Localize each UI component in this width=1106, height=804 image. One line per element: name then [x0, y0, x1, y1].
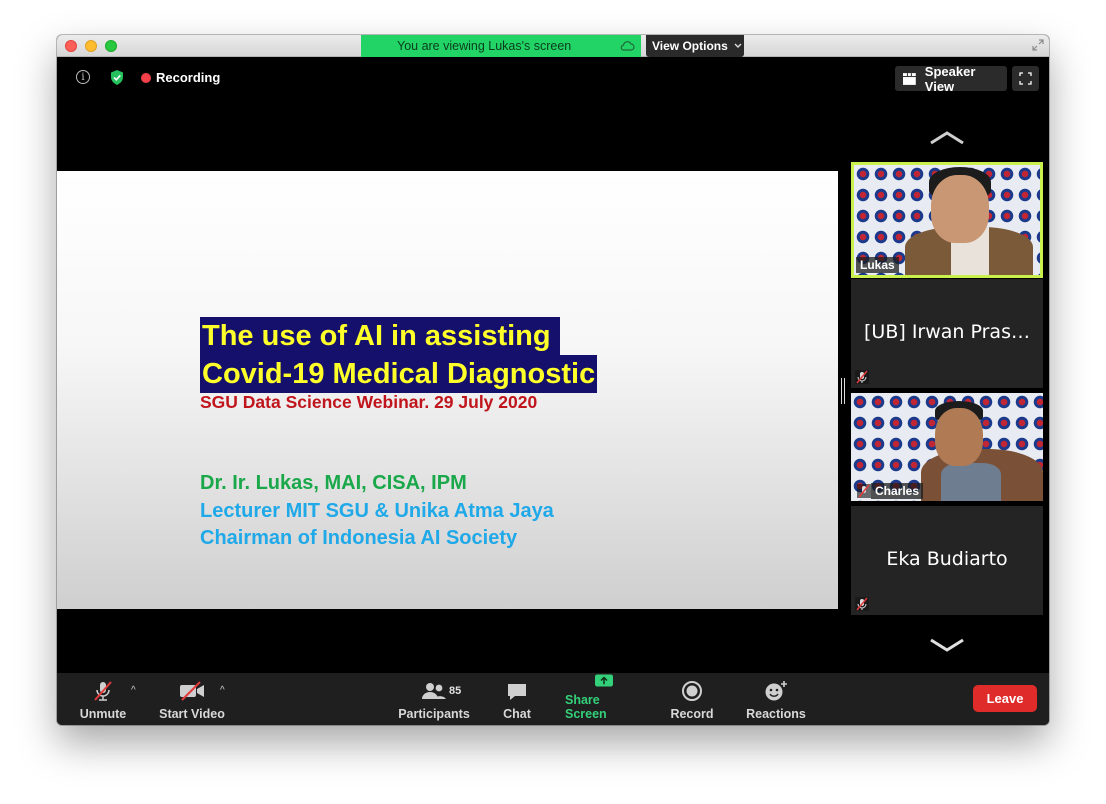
share-screen-button[interactable]: Share Screen	[565, 673, 643, 725]
mic-muted-icon	[857, 484, 871, 498]
emoji-plus-icon	[765, 681, 787, 701]
participant-name-tag: Lukas	[856, 257, 899, 273]
reactions-label: Reactions	[746, 707, 806, 721]
chat-button[interactable]: Chat	[497, 673, 537, 725]
minimize-window-button[interactable]	[85, 40, 97, 52]
video-off-icon	[180, 681, 204, 701]
participant-name: [UB] Irwan Pras…	[864, 321, 1030, 343]
record-button[interactable]: Record	[669, 673, 715, 725]
start-video-label: Start Video	[159, 707, 225, 721]
recording-dot-icon	[141, 72, 151, 83]
unmute-label: Unmute	[79, 707, 127, 721]
shared-screen-slide: The use of AI in assisting Covid-19 Medi…	[57, 171, 838, 609]
mic-muted-icon	[94, 681, 112, 701]
exit-fullscreen-icon[interactable]	[1031, 38, 1045, 52]
slide-title-line-1: The use of AI in assisting	[200, 317, 560, 355]
recording-label: Recording	[156, 70, 221, 85]
view-options-label: View Options	[652, 39, 728, 53]
audio-options-caret[interactable]: ^	[131, 685, 136, 696]
participants-count-badge: 85	[449, 685, 462, 697]
speaker-view-button[interactable]: Speaker View	[895, 63, 1007, 94]
chevron-down-icon	[734, 43, 742, 48]
mic-muted-icon	[855, 370, 869, 384]
participant-video	[921, 393, 1043, 501]
slide-role: Chairman of Indonesia AI Society	[200, 527, 518, 549]
slide-subtitle: SGU Data Science Webinar. 29 July 2020	[200, 392, 538, 412]
title-bar: You are viewing Lukas's screen View Opti…	[57, 35, 1049, 57]
slide-title: The use of AI in assisting Covid-19 Medi…	[200, 317, 598, 393]
start-video-button[interactable]: Start Video	[157, 673, 227, 725]
viewing-banner: You are viewing Lukas's screen	[361, 35, 641, 57]
mic-muted-icon	[855, 597, 869, 611]
participant-video	[899, 165, 1039, 275]
record-icon	[682, 681, 702, 701]
reactions-button[interactable]: Reactions	[746, 673, 806, 725]
close-window-button[interactable]	[65, 40, 77, 52]
participant-name-tag: Charles	[871, 483, 924, 499]
fullscreen-button[interactable]	[1012, 66, 1039, 91]
chevron-up-icon[interactable]	[929, 130, 965, 146]
cloud-icon	[620, 41, 635, 51]
leave-button[interactable]: Leave	[973, 685, 1037, 712]
participants-label: Participants	[398, 707, 470, 721]
zoom-window-button[interactable]	[105, 40, 117, 52]
participant-tile-lukas[interactable]: Lukas	[851, 162, 1043, 278]
shield-icon[interactable]	[109, 69, 125, 86]
video-options-caret[interactable]: ^	[220, 685, 225, 696]
chat-bubble-icon	[508, 684, 526, 700]
share-arrow-icon	[595, 674, 613, 687]
slide-author: Dr. Ir. Lukas, MAI, CISA, IPM	[200, 472, 467, 494]
share-screen-label: Share Screen	[565, 693, 607, 721]
participant-tile-eka[interactable]: Eka Budiarto	[851, 506, 1043, 615]
record-label: Record	[670, 707, 714, 721]
participant-name: Eka Budiarto	[886, 548, 1008, 570]
panel-resize-handle[interactable]	[841, 378, 845, 404]
chevron-down-icon[interactable]	[929, 637, 965, 653]
speaker-view-label: Speaker View	[924, 63, 976, 94]
viewing-banner-text: You are viewing Lukas's screen	[397, 39, 572, 53]
zoom-window: You are viewing Lukas's screen View Opti…	[57, 35, 1049, 725]
recording-indicator[interactable]: Recording	[141, 70, 220, 85]
meeting-toolbar: Unmute ^ Start Video ^ Participants 85 C…	[57, 673, 1049, 725]
fullscreen-icon	[1019, 72, 1032, 85]
unmute-button[interactable]: Unmute	[79, 673, 127, 725]
info-icon[interactable]: i	[76, 70, 90, 84]
chat-label: Chat	[503, 707, 531, 721]
view-options-menu[interactable]: View Options	[646, 35, 744, 57]
slide-affiliation: Lecturer MIT SGU & Unika Atma Jaya	[200, 500, 554, 522]
people-icon	[422, 683, 446, 699]
participant-tile-irwan[interactable]: [UB] Irwan Pras…	[851, 279, 1043, 388]
participant-tile-charles[interactable]: Charles	[851, 393, 1043, 501]
slide-title-line-2: Covid-19 Medical Diagnostic	[200, 355, 598, 393]
grid-layout-icon	[903, 72, 916, 85]
participants-button[interactable]: Participants	[398, 673, 470, 725]
